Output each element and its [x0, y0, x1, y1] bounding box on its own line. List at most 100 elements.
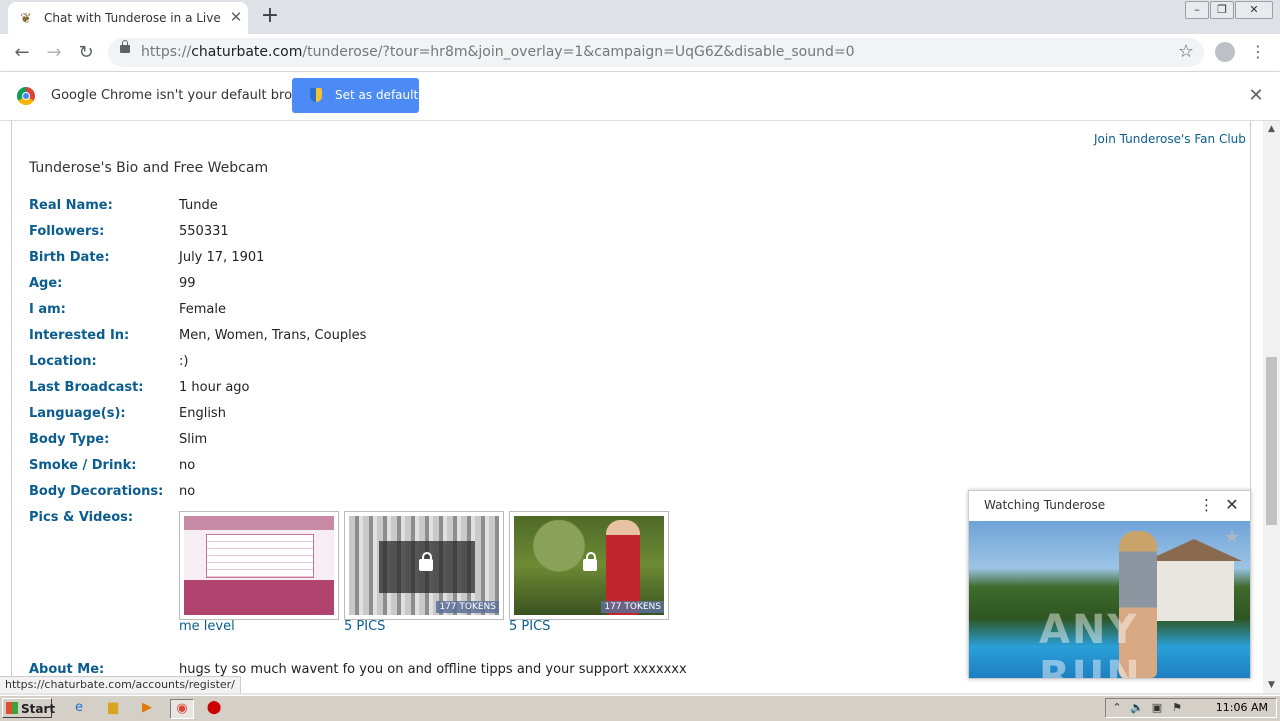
photo-set-thumbnail[interactable]: 177 TOKENS [344, 511, 504, 620]
bio-row-smoke-drink: Smoke / Drink: no [29, 458, 729, 478]
bio-label: Real Name: [29, 198, 113, 213]
scroll-down-arrow-icon[interactable]: ▼ [1263, 677, 1280, 693]
bio-row-body-decorations: Body Decorations: no [29, 484, 729, 504]
windows-taskbar: Start e ▆ ▶ ◉ ⬤ ⌃ 🔈 ▣ ⚑ 11:06 AM [0, 695, 1280, 721]
bio-value: no [179, 484, 196, 499]
media-player-icon[interactable]: ▶ [138, 699, 156, 717]
reload-icon[interactable]: ↻ [74, 41, 98, 65]
stop-sign-icon[interactable]: ⬤ [205, 699, 223, 717]
default-browser-infobar: Google Chrome isn't your default browser… [0, 72, 1280, 121]
restore-button[interactable]: ❐ [1210, 1, 1234, 19]
bio-value: Slim [179, 432, 208, 447]
bio-row-languages: Language(s): English [29, 406, 729, 426]
back-arrow-icon[interactable]: ← [10, 41, 34, 65]
browser-menu-icon[interactable]: ⋮ [1250, 40, 1266, 64]
bio-value: 1 hour ago [179, 380, 250, 395]
bio-value: July 17, 1901 [179, 250, 265, 265]
pics-videos-label: Pics & Videos: [29, 510, 134, 525]
photo-set-caption[interactable]: 5 PICS [344, 619, 385, 634]
bio-row-body-type: Body Type: Slim [29, 432, 729, 452]
bio-value: no [179, 458, 196, 473]
forward-arrow-icon[interactable]: → [42, 41, 66, 65]
bio-label: Age: [29, 276, 63, 291]
infobar-close-icon[interactable]: ✕ [1246, 86, 1266, 106]
vertical-scrollbar[interactable]: ▲ ▼ [1263, 121, 1280, 693]
windows-logo-icon [6, 702, 18, 714]
tab-close-icon[interactable]: ✕ [228, 9, 244, 25]
photo-set-caption[interactable]: 5 PICS [509, 619, 550, 634]
bio-row-about-me: About Me: hugs ty so much wavent fo you o… [29, 662, 929, 677]
padlock-icon [419, 552, 433, 571]
bio-value: Female [179, 302, 227, 317]
bio-value: 550331 [179, 224, 229, 239]
bio-label: Smoke / Drink: [29, 458, 137, 473]
browser-toolbar: ← → ↻ https://chaturbate.com/tunderose/?… [0, 34, 1280, 72]
browser-tab[interactable]: ❦ Chat with Tunderose in a Live Adult ✕ [8, 2, 248, 34]
tab-strip: ❦ Chat with Tunderose in a Live Adult ✕ … [0, 0, 1280, 34]
watermark-logo: ANY RUN [1039, 607, 1142, 678]
bio-label: Language(s): [29, 406, 126, 421]
window-close-button[interactable]: ✕ [1235, 1, 1273, 19]
action-center-flag-icon[interactable]: ⚑ [1170, 701, 1184, 715]
status-bar-url: https://chaturbate.com/accounts/register… [0, 676, 241, 694]
bio-row-birth-date: Birth Date: July 17, 1901 [29, 250, 729, 270]
bio-label: Last Broadcast: [29, 380, 144, 395]
scroll-up-arrow-icon[interactable]: ▲ [1263, 121, 1280, 137]
folder-icon[interactable]: ▆ [104, 699, 122, 717]
set-as-default-label: Set as default [335, 88, 419, 102]
photo-set-caption[interactable]: me level [179, 619, 235, 634]
profile-avatar-icon[interactable] [1215, 42, 1235, 62]
chrome-taskbar-icon[interactable]: ◉ [170, 699, 194, 719]
bio-label: Birth Date: [29, 250, 110, 265]
shield-icon [310, 88, 322, 102]
photo-set-image [184, 516, 334, 615]
internet-explorer-icon[interactable]: e [70, 699, 88, 717]
favorite-star-icon[interactable]: ★ [1224, 527, 1240, 548]
floating-video-player[interactable]: Watching Tunderose ⋮ ✕ ★ ANY RUN [968, 490, 1251, 679]
volume-icon[interactable]: 🔈 [1130, 701, 1144, 715]
bio-label: I am: [29, 302, 66, 317]
bio-value: Tunde [179, 198, 218, 213]
bio-label: Body Decorations: [29, 484, 164, 499]
live-video-stream[interactable]: ★ ANY RUN [969, 521, 1250, 678]
new-tab-button[interactable]: + [258, 5, 282, 29]
bio-value: :) [179, 354, 189, 369]
photo-set-thumbnail[interactable]: 177 TOKENS [509, 511, 669, 620]
bio-label: Location: [29, 354, 97, 369]
start-label: Start [21, 702, 56, 716]
token-price-badge: 177 TOKENS [436, 601, 499, 613]
bio-title: Tunderose's Bio and Free Webcam [29, 160, 269, 176]
bio-row-gender: I am: Female [29, 302, 729, 322]
bookmark-star-icon[interactable]: ☆ [1178, 41, 1194, 62]
player-menu-icon[interactable]: ⋮ [1199, 495, 1214, 515]
bio-row-interested-in: Interested In: Men, Women, Trans, Couples [29, 328, 729, 348]
bio-label: Interested In: [29, 328, 130, 343]
tray-expand-icon[interactable]: ⌃ [1110, 701, 1124, 715]
lock-icon [120, 40, 130, 53]
bio-value: Men, Women, Trans, Couples [179, 328, 367, 343]
about-me-label: About Me: [29, 662, 105, 677]
photo-set-thumbnail[interactable] [179, 511, 339, 620]
bio-row-followers: Followers: 550331 [29, 224, 729, 244]
set-as-default-button[interactable]: Set as default [292, 78, 419, 113]
minimize-button[interactable]: – [1185, 1, 1209, 19]
start-button[interactable]: Start [2, 698, 56, 718]
fan-club-link[interactable]: Join Tunderose's Fan Club [1094, 132, 1246, 146]
infobar-message: Google Chrome isn't your default browser [51, 88, 323, 103]
url-text: https://chaturbate.com/tunderose/?tour=h… [141, 44, 855, 60]
token-price-badge: 177 TOKENS [601, 601, 664, 613]
about-me-value: hugs ty so much wavent fo you on and off… [179, 662, 687, 677]
network-icon[interactable]: ▣ [1150, 701, 1164, 715]
padlock-icon [583, 552, 597, 571]
player-close-icon[interactable]: ✕ [1223, 495, 1241, 515]
system-tray: ⌃ 🔈 ▣ ⚑ 11:06 AM [1105, 698, 1277, 718]
address-bar[interactable]: https://chaturbate.com/tunderose/?tour=h… [108, 38, 1204, 67]
chrome-logo-icon [17, 87, 35, 105]
bio-row-age: Age: 99 [29, 276, 729, 296]
site-favicon-icon: ❦ [20, 11, 32, 27]
taskbar-clock: 11:06 AM [1215, 701, 1268, 714]
bio-label: Body Type: [29, 432, 110, 447]
photo-set-image: 177 TOKENS [349, 516, 499, 615]
photo-set-image: 177 TOKENS [514, 516, 664, 615]
scrollbar-thumb[interactable] [1266, 357, 1277, 525]
